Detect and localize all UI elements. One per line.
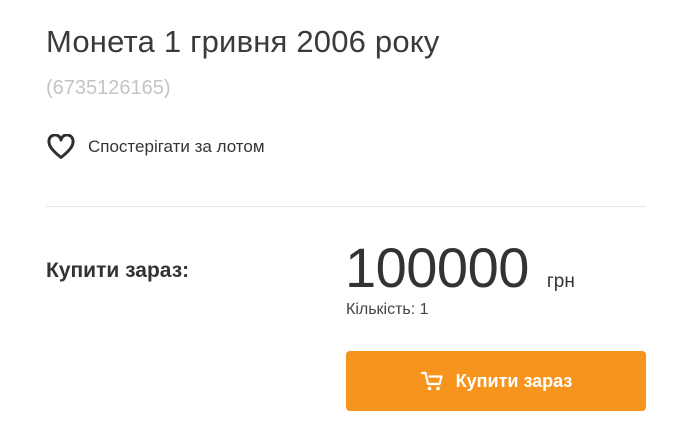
lot-id: (6735126165) <box>46 77 171 99</box>
price: 100000 грн <box>345 240 575 296</box>
watch-lot-label: Спостерігати за лотом <box>88 137 265 156</box>
divider <box>46 206 646 207</box>
price-value: 100000 <box>345 236 529 299</box>
buy-now-button[interactable]: Купити зараз <box>346 351 646 411</box>
cart-icon <box>420 370 456 392</box>
watch-lot-button[interactable]: Спостерігати за лотом <box>46 134 265 160</box>
lot-title: Монета 1 гривня 2006 року <box>46 24 440 59</box>
buy-now-label: Купити зараз: <box>46 259 190 282</box>
quantity-text: Кількість: 1 <box>346 301 429 318</box>
buy-now-button-label: Купити зараз <box>455 370 573 391</box>
price-currency: грн <box>546 271 575 292</box>
heart-icon <box>46 134 76 160</box>
